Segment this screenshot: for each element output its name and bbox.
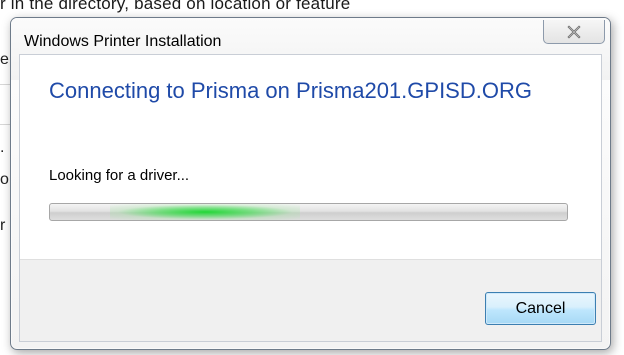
background-window-text: r in the directory, based on location or…: [0, 0, 351, 13]
close-button[interactable]: [543, 20, 605, 44]
dialog-title: Windows Printer Installation: [24, 33, 222, 50]
progress-bar: [49, 203, 568, 221]
close-icon: [567, 24, 581, 39]
background-fragment: o: [0, 171, 9, 188]
dialog-footer: Cancel: [20, 259, 601, 341]
screen: r in the directory, based on location or…: [0, 0, 624, 355]
cancel-button[interactable]: Cancel: [485, 292, 596, 325]
background-fragment: .: [0, 139, 5, 156]
progress-marquee-glow: [110, 204, 300, 220]
background-fragment: r: [0, 217, 6, 234]
dialog-content: Connecting to Prisma on Prisma201.GPISD.…: [19, 54, 602, 342]
main-instruction: Connecting to Prisma on Prisma201.GPISD.…: [49, 78, 532, 103]
status-text: Looking for a driver...: [49, 167, 190, 184]
printer-installation-dialog: Windows Printer Installation Connecting …: [10, 17, 611, 350]
background-fragment: e: [0, 51, 9, 68]
